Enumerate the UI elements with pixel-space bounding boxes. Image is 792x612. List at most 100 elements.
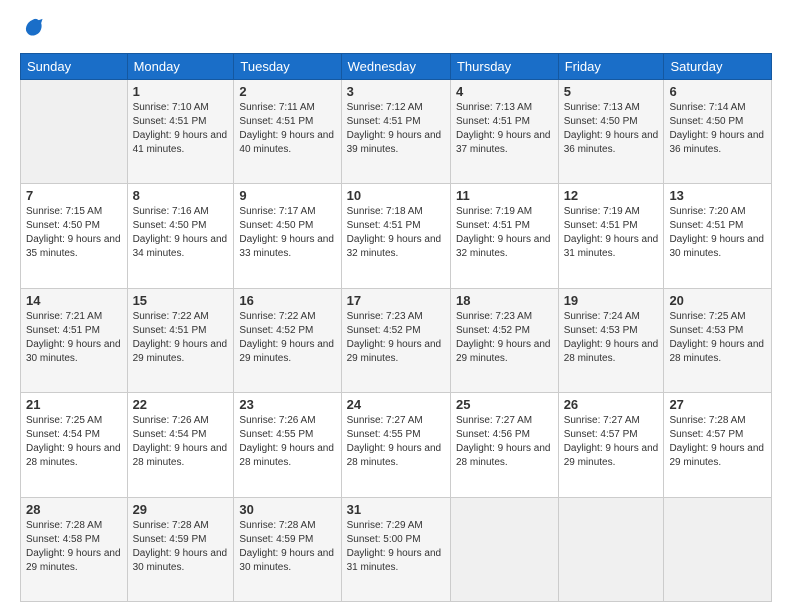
day-info: Sunrise: 7:26 AMSunset: 4:55 PMDaylight:…: [239, 415, 334, 468]
day-number: 6: [669, 84, 766, 99]
day-number: 16: [239, 293, 335, 308]
calendar-cell: [558, 497, 664, 601]
day-info: Sunrise: 7:28 AMSunset: 4:57 PMDaylight:…: [669, 415, 764, 468]
day-number: 5: [564, 84, 659, 99]
day-number: 1: [133, 84, 229, 99]
day-number: 2: [239, 84, 335, 99]
day-info: Sunrise: 7:22 AMSunset: 4:52 PMDaylight:…: [239, 311, 334, 364]
day-number: 29: [133, 502, 229, 517]
day-number: 8: [133, 188, 229, 203]
day-info: Sunrise: 7:27 AMSunset: 4:57 PMDaylight:…: [564, 415, 659, 468]
day-number: 26: [564, 397, 659, 412]
day-number: 18: [456, 293, 553, 308]
calendar-cell: 29 Sunrise: 7:28 AMSunset: 4:59 PMDaylig…: [127, 497, 234, 601]
calendar-cell: [450, 497, 558, 601]
calendar-cell: 31 Sunrise: 7:29 AMSunset: 5:00 PMDaylig…: [341, 497, 450, 601]
day-info: Sunrise: 7:12 AMSunset: 4:51 PMDaylight:…: [347, 102, 442, 155]
calendar-cell: 26 Sunrise: 7:27 AMSunset: 4:57 PMDaylig…: [558, 393, 664, 497]
calendar-cell: 3 Sunrise: 7:12 AMSunset: 4:51 PMDayligh…: [341, 80, 450, 184]
calendar-cell: 10 Sunrise: 7:18 AMSunset: 4:51 PMDaylig…: [341, 184, 450, 288]
weekday-header-cell: Friday: [558, 54, 664, 80]
day-number: 20: [669, 293, 766, 308]
logo: [20, 16, 44, 43]
calendar-cell: 11 Sunrise: 7:19 AMSunset: 4:51 PMDaylig…: [450, 184, 558, 288]
day-info: Sunrise: 7:10 AMSunset: 4:51 PMDaylight:…: [133, 102, 228, 155]
day-info: Sunrise: 7:29 AMSunset: 5:00 PMDaylight:…: [347, 520, 442, 573]
day-info: Sunrise: 7:27 AMSunset: 4:56 PMDaylight:…: [456, 415, 551, 468]
weekday-header-cell: Thursday: [450, 54, 558, 80]
calendar-table: SundayMondayTuesdayWednesdayThursdayFrid…: [20, 53, 772, 602]
calendar-week-row: 7 Sunrise: 7:15 AMSunset: 4:50 PMDayligh…: [21, 184, 772, 288]
day-number: 17: [347, 293, 445, 308]
calendar-cell: 28 Sunrise: 7:28 AMSunset: 4:58 PMDaylig…: [21, 497, 128, 601]
calendar-cell: 7 Sunrise: 7:15 AMSunset: 4:50 PMDayligh…: [21, 184, 128, 288]
day-info: Sunrise: 7:14 AMSunset: 4:50 PMDaylight:…: [669, 102, 764, 155]
calendar-week-row: 14 Sunrise: 7:21 AMSunset: 4:51 PMDaylig…: [21, 288, 772, 392]
day-info: Sunrise: 7:23 AMSunset: 4:52 PMDaylight:…: [456, 311, 551, 364]
day-info: Sunrise: 7:16 AMSunset: 4:50 PMDaylight:…: [133, 206, 228, 259]
day-number: 14: [26, 293, 122, 308]
calendar-cell: 12 Sunrise: 7:19 AMSunset: 4:51 PMDaylig…: [558, 184, 664, 288]
day-number: 31: [347, 502, 445, 517]
calendar-cell: 13 Sunrise: 7:20 AMSunset: 4:51 PMDaylig…: [664, 184, 772, 288]
weekday-header-row: SundayMondayTuesdayWednesdayThursdayFrid…: [21, 54, 772, 80]
day-info: Sunrise: 7:19 AMSunset: 4:51 PMDaylight:…: [456, 206, 551, 259]
weekday-header-cell: Sunday: [21, 54, 128, 80]
day-info: Sunrise: 7:22 AMSunset: 4:51 PMDaylight:…: [133, 311, 228, 364]
calendar-cell: 25 Sunrise: 7:27 AMSunset: 4:56 PMDaylig…: [450, 393, 558, 497]
day-number: 19: [564, 293, 659, 308]
calendar-cell: 4 Sunrise: 7:13 AMSunset: 4:51 PMDayligh…: [450, 80, 558, 184]
day-info: Sunrise: 7:24 AMSunset: 4:53 PMDaylight:…: [564, 311, 659, 364]
day-number: 10: [347, 188, 445, 203]
calendar-cell: 2 Sunrise: 7:11 AMSunset: 4:51 PMDayligh…: [234, 80, 341, 184]
day-info: Sunrise: 7:28 AMSunset: 4:59 PMDaylight:…: [239, 520, 334, 573]
day-number: 30: [239, 502, 335, 517]
calendar-cell: 6 Sunrise: 7:14 AMSunset: 4:50 PMDayligh…: [664, 80, 772, 184]
calendar-cell: 27 Sunrise: 7:28 AMSunset: 4:57 PMDaylig…: [664, 393, 772, 497]
calendar-cell: 8 Sunrise: 7:16 AMSunset: 4:50 PMDayligh…: [127, 184, 234, 288]
logo-icon: [22, 16, 44, 38]
day-info: Sunrise: 7:21 AMSunset: 4:51 PMDaylight:…: [26, 311, 121, 364]
calendar-cell: 16 Sunrise: 7:22 AMSunset: 4:52 PMDaylig…: [234, 288, 341, 392]
day-info: Sunrise: 7:23 AMSunset: 4:52 PMDaylight:…: [347, 311, 442, 364]
day-info: Sunrise: 7:15 AMSunset: 4:50 PMDaylight:…: [26, 206, 121, 259]
calendar-cell: 30 Sunrise: 7:28 AMSunset: 4:59 PMDaylig…: [234, 497, 341, 601]
weekday-header-cell: Saturday: [664, 54, 772, 80]
day-info: Sunrise: 7:28 AMSunset: 4:59 PMDaylight:…: [133, 520, 228, 573]
day-number: 9: [239, 188, 335, 203]
calendar-cell: [21, 80, 128, 184]
weekday-header-cell: Wednesday: [341, 54, 450, 80]
day-info: Sunrise: 7:19 AMSunset: 4:51 PMDaylight:…: [564, 206, 659, 259]
calendar-week-row: 1 Sunrise: 7:10 AMSunset: 4:51 PMDayligh…: [21, 80, 772, 184]
header: [20, 16, 772, 43]
day-info: Sunrise: 7:17 AMSunset: 4:50 PMDaylight:…: [239, 206, 334, 259]
calendar-cell: 23 Sunrise: 7:26 AMSunset: 4:55 PMDaylig…: [234, 393, 341, 497]
weekday-header-cell: Monday: [127, 54, 234, 80]
day-number: 25: [456, 397, 553, 412]
calendar-week-row: 28 Sunrise: 7:28 AMSunset: 4:58 PMDaylig…: [21, 497, 772, 601]
page: SundayMondayTuesdayWednesdayThursdayFrid…: [0, 0, 792, 612]
calendar-cell: 5 Sunrise: 7:13 AMSunset: 4:50 PMDayligh…: [558, 80, 664, 184]
day-info: Sunrise: 7:18 AMSunset: 4:51 PMDaylight:…: [347, 206, 442, 259]
calendar-cell: 14 Sunrise: 7:21 AMSunset: 4:51 PMDaylig…: [21, 288, 128, 392]
day-number: 21: [26, 397, 122, 412]
day-number: 24: [347, 397, 445, 412]
day-number: 12: [564, 188, 659, 203]
calendar-cell: 20 Sunrise: 7:25 AMSunset: 4:53 PMDaylig…: [664, 288, 772, 392]
calendar-cell: [664, 497, 772, 601]
calendar-cell: 18 Sunrise: 7:23 AMSunset: 4:52 PMDaylig…: [450, 288, 558, 392]
day-info: Sunrise: 7:27 AMSunset: 4:55 PMDaylight:…: [347, 415, 442, 468]
calendar-body: 1 Sunrise: 7:10 AMSunset: 4:51 PMDayligh…: [21, 80, 772, 602]
day-info: Sunrise: 7:13 AMSunset: 4:51 PMDaylight:…: [456, 102, 551, 155]
calendar-cell: 24 Sunrise: 7:27 AMSunset: 4:55 PMDaylig…: [341, 393, 450, 497]
day-info: Sunrise: 7:20 AMSunset: 4:51 PMDaylight:…: [669, 206, 764, 259]
day-info: Sunrise: 7:28 AMSunset: 4:58 PMDaylight:…: [26, 520, 121, 573]
calendar-cell: 17 Sunrise: 7:23 AMSunset: 4:52 PMDaylig…: [341, 288, 450, 392]
day-number: 11: [456, 188, 553, 203]
day-info: Sunrise: 7:26 AMSunset: 4:54 PMDaylight:…: [133, 415, 228, 468]
day-number: 27: [669, 397, 766, 412]
calendar-cell: 9 Sunrise: 7:17 AMSunset: 4:50 PMDayligh…: [234, 184, 341, 288]
calendar-cell: 22 Sunrise: 7:26 AMSunset: 4:54 PMDaylig…: [127, 393, 234, 497]
day-info: Sunrise: 7:13 AMSunset: 4:50 PMDaylight:…: [564, 102, 659, 155]
day-number: 23: [239, 397, 335, 412]
